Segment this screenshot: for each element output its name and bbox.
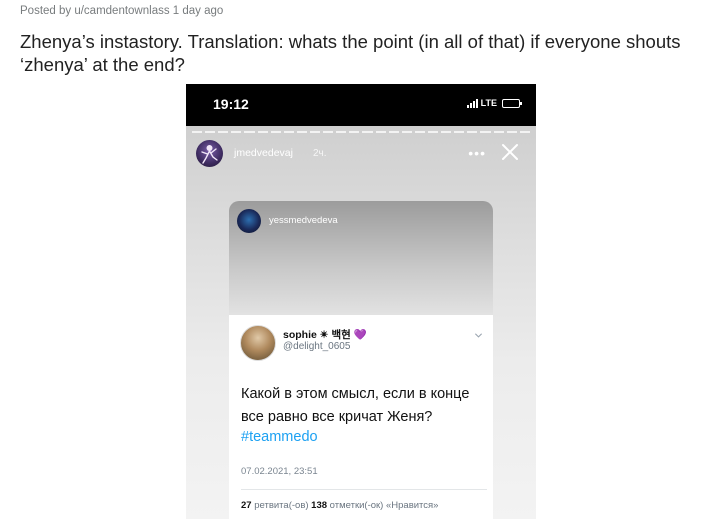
tweet-hashtag: #teammedo — [241, 429, 318, 445]
tweet-avatar — [240, 325, 276, 361]
story-header: jmedvedevaj 2ч. ••• — [196, 140, 526, 168]
tweet-handle: @delight_0605 — [283, 341, 351, 352]
skater-avatar-icon — [201, 145, 218, 164]
signal-icon — [466, 98, 478, 108]
shared-story-username: yessmedvedeva — [269, 215, 338, 226]
likes-label: отметки(-ок) «Нравится» — [329, 500, 439, 511]
avatar — [237, 209, 261, 233]
battery-icon — [502, 98, 522, 108]
likes-count: 138 — [311, 500, 328, 511]
divider — [241, 489, 487, 490]
story-progress-bar — [192, 131, 530, 133]
tweet-display-name: sophie ✴ 백현 💜 — [283, 329, 367, 341]
more-icon[interactable]: ••• — [468, 146, 486, 160]
story-view: jmedvedevaj 2ч. ••• yessmedvedeva sophie… — [186, 126, 536, 519]
story-username[interactable]: jmedvedevaj — [234, 147, 293, 159]
retweets-count: 27 — [241, 500, 252, 511]
story-screenshot[interactable]: 19:12 LTE jmedvedevaj 2ч. ••• yessmedved… — [186, 84, 536, 519]
retweets-label: ретвита(-ов) — [254, 500, 309, 511]
post-title[interactable]: Zhenya’s instastory. Translation: whats … — [20, 30, 700, 76]
tweet-date: 07.02.2021, 23:51 — [241, 466, 318, 477]
close-icon[interactable] — [500, 142, 520, 162]
status-bar: 19:12 LTE — [186, 84, 536, 126]
avatar[interactable] — [196, 140, 223, 167]
tweet-stats: 27 ретвита(-ов) 138 отметки(-ок) «Нравит… — [241, 500, 438, 511]
chevron-down-icon — [474, 333, 483, 338]
status-indicators: LTE — [466, 98, 522, 108]
network-label: LTE — [480, 98, 497, 108]
story-time: 2ч. — [313, 148, 327, 159]
post-meta: Posted by u/camdentownlass 1 day ago — [20, 5, 224, 17]
tweet-text: Какой в этом смысл, если в конце все рав… — [241, 386, 470, 425]
shared-story-card[interactable]: yessmedvedeva sophie ✴ 백현 💜 @delight_060… — [229, 201, 493, 519]
tweet-card: sophie ✴ 백현 💜 @delight_0605 Какой в этом… — [229, 315, 493, 519]
status-time: 19:12 — [213, 96, 249, 112]
